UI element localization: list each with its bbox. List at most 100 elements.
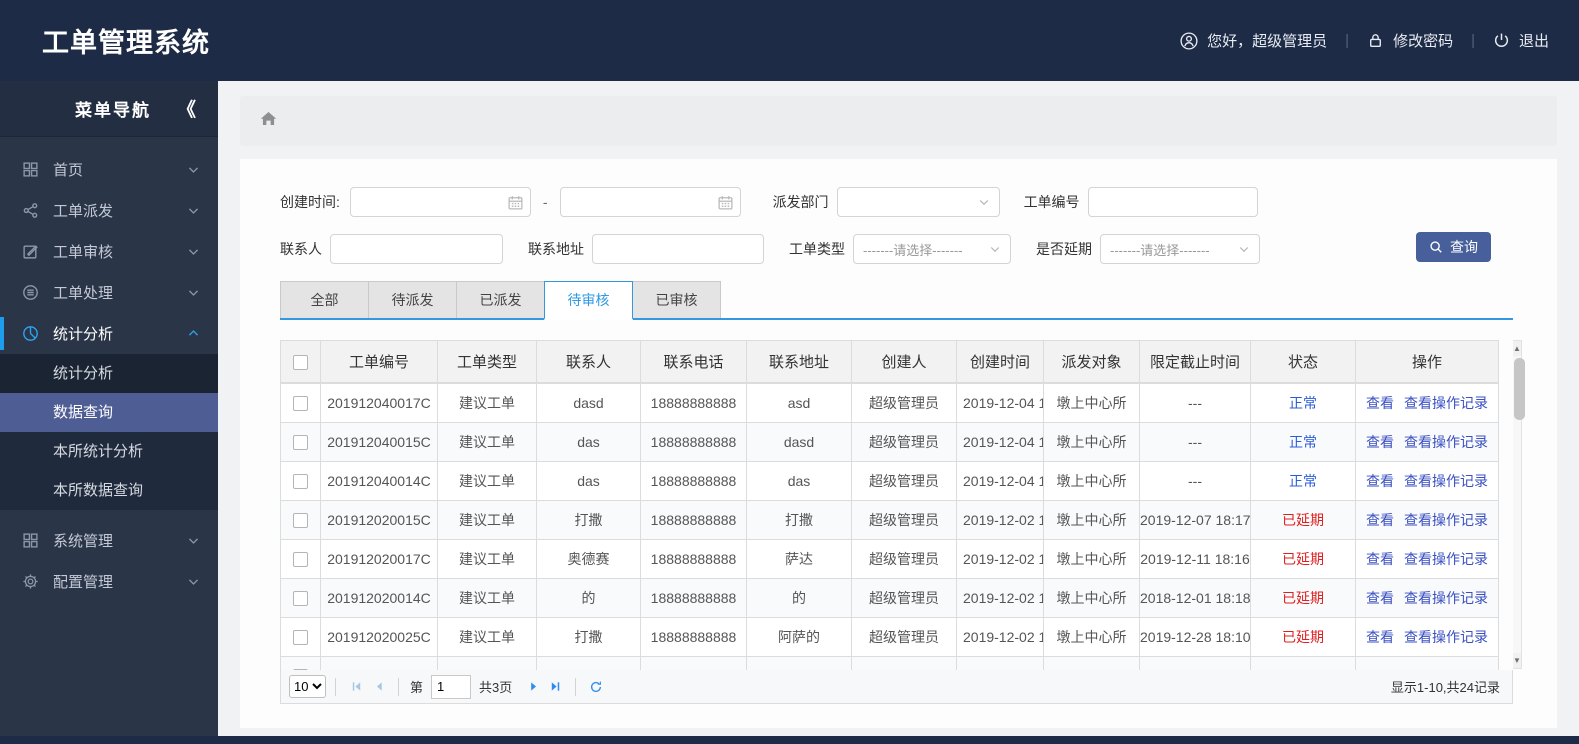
- view-link[interactable]: 查看: [1366, 629, 1394, 645]
- collapse-sidebar-icon[interactable]: 《: [177, 95, 196, 122]
- logout-button[interactable]: 退出: [1493, 30, 1549, 51]
- view-log-link[interactable]: 查看操作记录: [1404, 551, 1488, 567]
- first-page-button[interactable]: [345, 676, 367, 698]
- scrollbar-thumb[interactable]: [1514, 358, 1525, 420]
- grid-icon: [20, 532, 40, 549]
- sidebar-item-dispatch[interactable]: 工单派发: [0, 190, 218, 231]
- cell-status: 正常: [1250, 422, 1356, 462]
- create-time-end-input[interactable]: [568, 188, 732, 216]
- page-number-input[interactable]: [431, 674, 472, 699]
- refresh-icon[interactable]: [585, 676, 607, 698]
- cell-create-time: 2019-12-02 16: [956, 500, 1044, 540]
- prev-page-button[interactable]: [367, 676, 389, 698]
- submenu-item-statistics[interactable]: 统计分析: [0, 354, 218, 393]
- cell-order-no: 201912040015C: [320, 422, 438, 462]
- view-link[interactable]: 查看: [1366, 590, 1394, 606]
- user-greeting[interactable]: 您好，超级管理员: [1180, 30, 1327, 51]
- header-separator: |: [1471, 32, 1475, 49]
- table-header-row: 工单编号 工单类型 联系人 联系电话 联系地址 创建人 创建时间 派发对象 限定…: [280, 340, 1499, 383]
- table-row: 201912040017C 建议工单 dasd 18888888888 asd …: [280, 383, 1499, 423]
- view-link[interactable]: 查看: [1366, 434, 1394, 450]
- col-creator: 创建人: [851, 340, 957, 383]
- page-prefix: 第: [410, 680, 424, 695]
- dispatch-dept-select[interactable]: [836, 187, 1000, 217]
- submenu-item-local-data-query[interactable]: 本所数据查询: [0, 471, 218, 510]
- tab-to-dispatch[interactable]: 待派发: [368, 281, 457, 318]
- submenu-item-local-statistics[interactable]: 本所统计分析: [0, 432, 218, 471]
- table-scrollbar[interactable]: ▲ ▼: [1513, 340, 1525, 669]
- cell-create-time: 2019-12-04 15: [956, 422, 1044, 462]
- calendar-icon[interactable]: [507, 194, 524, 214]
- sidebar-item-label: 工单派发: [53, 203, 114, 220]
- scrollbar-track[interactable]: [1513, 356, 1525, 653]
- cell-create-time: [956, 656, 1044, 670]
- order-type-value: -------请选择-------: [863, 242, 963, 258]
- tab-dispatched[interactable]: 已派发: [456, 281, 545, 318]
- view-link[interactable]: 查看: [1366, 512, 1394, 528]
- row-checkbox[interactable]: [293, 552, 308, 568]
- row-checkbox[interactable]: [293, 669, 308, 670]
- search-button[interactable]: 查询: [1416, 232, 1491, 262]
- submenu-item-data-query[interactable]: 数据查询: [0, 393, 218, 432]
- scroll-down-arrow[interactable]: ▼: [1513, 653, 1521, 668]
- statistics-submenu: 统计分析 数据查询 本所统计分析 本所数据查询: [0, 354, 218, 510]
- row-checkbox[interactable]: [293, 435, 308, 451]
- tab-to-review[interactable]: 待审核: [544, 281, 633, 320]
- cell-status: 已延期: [1250, 578, 1356, 618]
- change-password-button[interactable]: 修改密码: [1367, 30, 1453, 51]
- view-log-link[interactable]: 查看操作记录: [1404, 395, 1488, 411]
- cell-phone: 18888888888: [640, 539, 747, 579]
- view-log-link[interactable]: 查看操作记录: [1404, 512, 1488, 528]
- view-link[interactable]: 查看: [1366, 473, 1394, 489]
- cell-create-time: 2019-12-02 17: [956, 617, 1044, 657]
- cell-address: [746, 656, 852, 670]
- next-page-button[interactable]: [522, 676, 544, 698]
- row-checkbox[interactable]: [293, 630, 308, 646]
- view-log-link[interactable]: 查看操作记录: [1404, 434, 1488, 450]
- edit-icon: [20, 243, 40, 260]
- cell-actions: 查看 查看操作记录: [1355, 422, 1499, 462]
- tab-all[interactable]: 全部: [280, 281, 369, 318]
- calendar-icon[interactable]: [717, 194, 734, 214]
- view-log-link[interactable]: 查看操作记录: [1404, 590, 1488, 606]
- order-no-label: 工单编号: [1023, 194, 1080, 210]
- order-type-select[interactable]: -------请选择-------: [853, 234, 1011, 264]
- page-size-select[interactable]: 10: [289, 675, 326, 698]
- view-link[interactable]: 查看: [1366, 551, 1394, 567]
- create-time-start-input[interactable]: [358, 188, 522, 216]
- col-create-time: 创建时间: [956, 340, 1044, 383]
- greeting-text: 您好，超级管理员: [1207, 33, 1328, 50]
- sidebar-item-home[interactable]: 首页: [0, 149, 218, 190]
- contact-input[interactable]: [330, 234, 503, 264]
- create-time-label: 创建时间:: [280, 194, 340, 210]
- view-log-link[interactable]: 查看操作记录: [1404, 629, 1488, 645]
- tab-reviewed[interactable]: 已审核: [632, 281, 721, 318]
- sidebar-item-statistics[interactable]: 统计分析: [0, 313, 218, 354]
- date-range-separator: -: [542, 194, 548, 210]
- row-checkbox[interactable]: [293, 396, 308, 412]
- cell-contact: das: [536, 461, 641, 501]
- cell-deadline: [1139, 656, 1251, 670]
- sidebar-item-process[interactable]: 工单处理: [0, 272, 218, 313]
- app-title: 工单管理系统: [42, 28, 210, 58]
- view-link[interactable]: 查看: [1366, 395, 1394, 411]
- home-icon[interactable]: [259, 109, 278, 133]
- order-no-input[interactable]: [1087, 187, 1258, 217]
- row-checkbox[interactable]: [293, 591, 308, 607]
- scroll-up-arrow[interactable]: ▲: [1513, 341, 1521, 356]
- view-log-link[interactable]: 查看操作记录: [1404, 473, 1488, 489]
- sidebar-item-config[interactable]: 配置管理: [0, 561, 218, 602]
- row-checkbox[interactable]: [293, 474, 308, 490]
- cell-target: 墩上中心所: [1043, 383, 1140, 423]
- row-checkbox[interactable]: [293, 513, 308, 529]
- delay-select[interactable]: -------请选择-------: [1100, 234, 1260, 264]
- cell-creator: [851, 656, 957, 670]
- pager-divider: [398, 677, 399, 696]
- select-all-checkbox[interactable]: [293, 354, 308, 370]
- address-input[interactable]: [592, 234, 764, 264]
- table-body: 201912040017C 建议工单 dasd 18888888888 asd …: [280, 383, 1499, 670]
- sidebar-item-system[interactable]: 系统管理: [0, 520, 218, 561]
- table-body-clip: 201912040017C 建议工单 dasd 18888888888 asd …: [280, 383, 1513, 670]
- sidebar-item-review[interactable]: 工单审核: [0, 231, 218, 272]
- last-page-button[interactable]: [544, 676, 566, 698]
